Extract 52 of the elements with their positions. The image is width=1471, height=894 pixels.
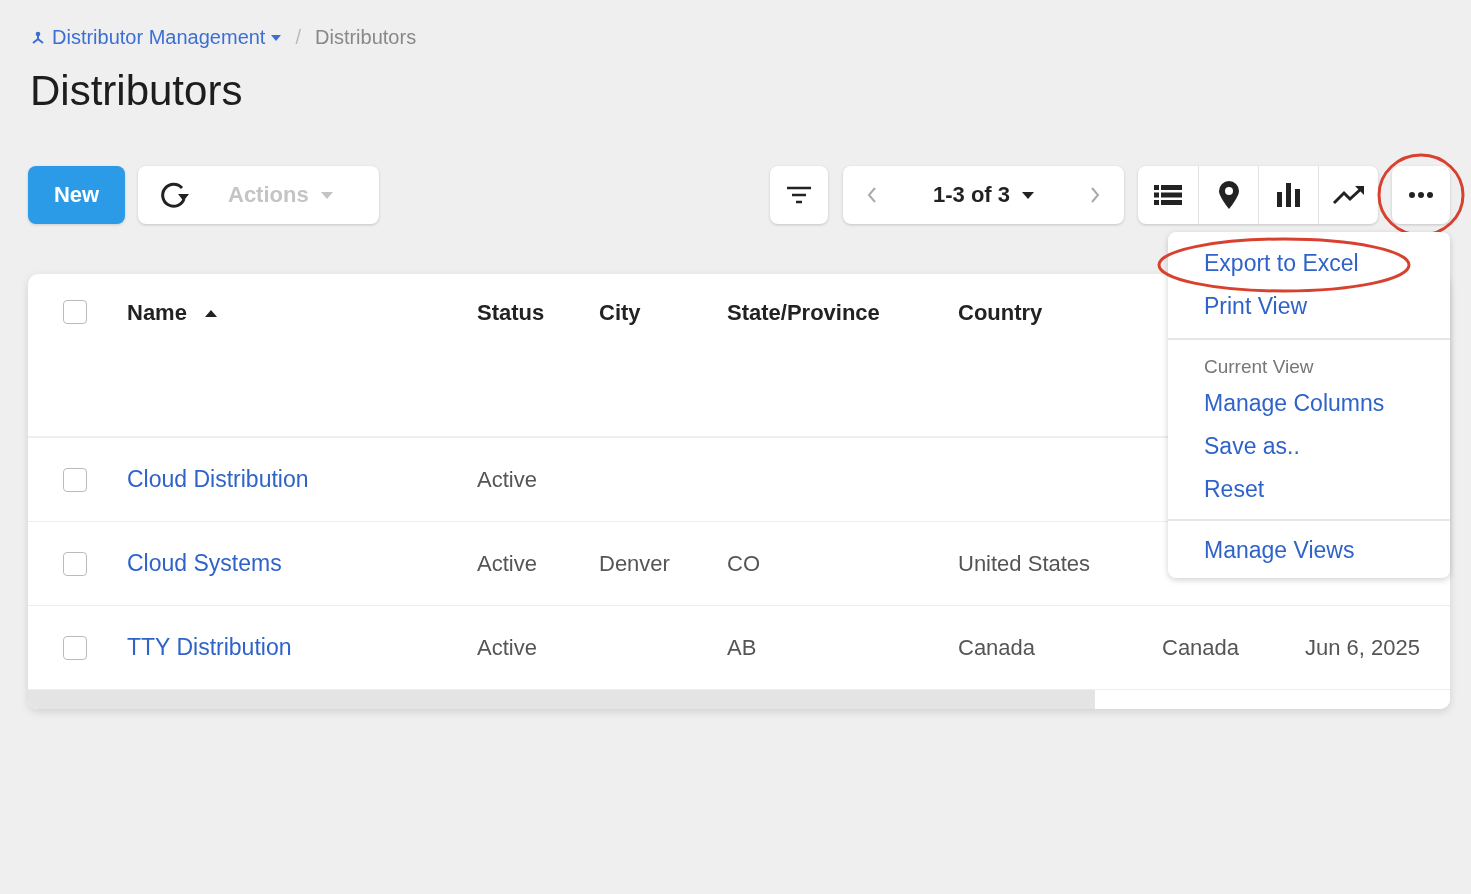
chevron-right-icon xyxy=(1090,186,1100,204)
table-cell: United States xyxy=(958,550,1091,577)
table-cell: Canada xyxy=(1162,634,1240,661)
select-all-checkbox[interactable] xyxy=(63,300,87,324)
hierarchy-icon xyxy=(30,29,46,46)
menu-item[interactable]: Manage Columns xyxy=(1168,382,1450,425)
table-cell: AB xyxy=(727,634,757,661)
map-pin-icon xyxy=(1216,180,1241,210)
breadcrumb-current: Distributors xyxy=(315,26,417,49)
bar-chart-icon xyxy=(1275,182,1302,208)
row-checkbox[interactable] xyxy=(63,635,87,660)
menu-item[interactable]: Manage Views xyxy=(1168,529,1450,572)
distributor-link[interactable]: Cloud Distribution xyxy=(127,466,309,493)
table-cell: Active xyxy=(477,634,537,661)
breadcrumb-separator: / xyxy=(295,26,301,49)
table-cell: Canada xyxy=(958,634,1036,661)
row-checkbox[interactable] xyxy=(63,467,87,492)
row-checkbox[interactable] xyxy=(63,551,87,576)
menu-item[interactable]: Reset xyxy=(1168,468,1450,511)
column-header[interactable]: Country xyxy=(958,300,1043,326)
list-icon xyxy=(1153,183,1183,207)
table-cell: Jun 6, 2025 xyxy=(1305,634,1420,661)
new-button[interactable]: New xyxy=(28,166,125,224)
more-icon xyxy=(1408,191,1434,199)
filter-icon xyxy=(786,185,812,205)
menu-item[interactable]: Save as.. xyxy=(1168,425,1450,468)
column-header[interactable]: Name xyxy=(127,300,187,326)
scrollbar-thumb[interactable] xyxy=(28,690,1095,709)
chevron-left-icon xyxy=(867,186,877,204)
column-header[interactable]: City xyxy=(599,300,641,326)
table-cell: CO xyxy=(727,550,760,577)
menu-item[interactable]: Export to Excel xyxy=(1168,242,1450,285)
trend-line-icon xyxy=(1331,184,1366,206)
table-cell: Active xyxy=(477,550,537,577)
filter-button[interactable] xyxy=(770,166,828,224)
table-cell: Denver xyxy=(599,550,670,577)
table-cell: Active xyxy=(477,466,537,493)
menu-section-heading: Current View xyxy=(1203,355,1315,379)
column-header[interactable]: State/Province xyxy=(727,300,880,326)
caret-icon xyxy=(1022,191,1034,199)
refresh-icon xyxy=(158,180,192,210)
page-title: Distributors xyxy=(30,67,244,115)
distributor-link[interactable]: Cloud Systems xyxy=(127,550,282,577)
menu-item[interactable]: Print View xyxy=(1168,285,1450,328)
distributor-link[interactable]: TTY Distribution xyxy=(127,634,292,661)
caret-icon xyxy=(320,191,333,199)
more-options-button[interactable] xyxy=(1392,166,1450,224)
caret-icon xyxy=(271,34,282,41)
breadcrumb-link[interactable]: Distributor Management xyxy=(30,26,282,49)
refresh-button[interactable] xyxy=(158,180,192,210)
page-range-dropdown[interactable]: 1-3 of 3 xyxy=(927,181,1040,209)
column-header[interactable]: Status xyxy=(477,300,545,326)
